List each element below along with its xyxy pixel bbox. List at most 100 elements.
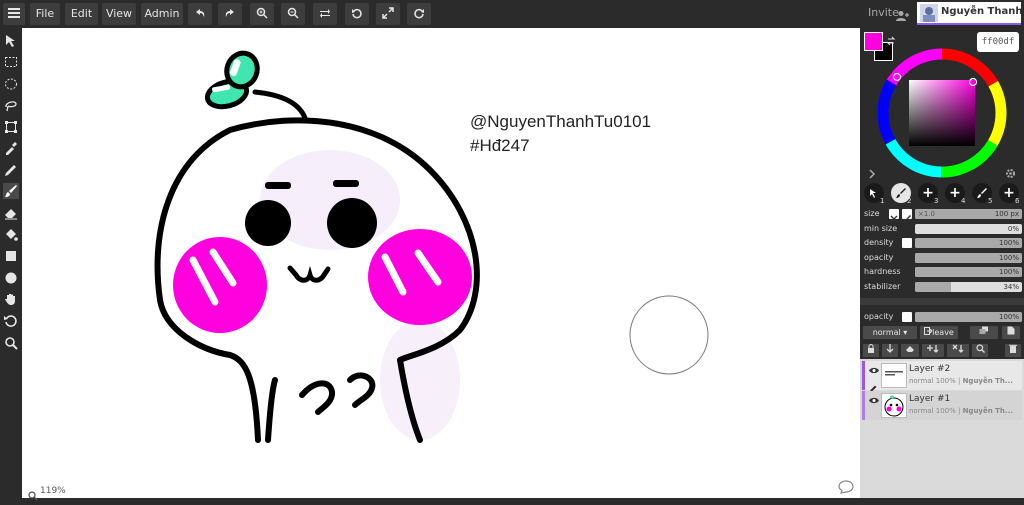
hardness-label: hardness xyxy=(864,267,901,276)
merge-down-icon[interactable] xyxy=(922,344,944,357)
view-menu-button[interactable]: View xyxy=(102,3,136,25)
eraser-icon[interactable] xyxy=(3,205,19,221)
ellipse-select-icon[interactable] xyxy=(3,76,19,92)
zoom-in-icon[interactable] xyxy=(250,3,274,25)
size-slider[interactable]: ×1.0 100 px xyxy=(915,209,1022,219)
size-value: 100 px xyxy=(994,210,1019,218)
layer-thumbnail xyxy=(881,363,907,388)
move-layer-down-icon[interactable] xyxy=(882,344,898,357)
zoom-icon xyxy=(28,486,38,505)
brush-size-icon[interactable] xyxy=(902,209,912,223)
rotate-left-icon[interactable] xyxy=(345,3,369,25)
opacity-slider[interactable]: 100% xyxy=(915,253,1022,263)
hardness-slider-row: hardness 100% xyxy=(862,266,1022,278)
chevron-right-icon[interactable] xyxy=(868,164,876,183)
opacity-label: opacity xyxy=(864,253,894,262)
artwork xyxy=(154,50,709,443)
clear-layer-icon[interactable] xyxy=(901,344,919,357)
brush-preset-number: 6 xyxy=(1015,197,1020,205)
lasso-select-icon[interactable] xyxy=(3,97,19,113)
blend-mode-select[interactable]: normal ▾ xyxy=(863,326,917,339)
trash-icon[interactable] xyxy=(1005,344,1021,357)
rotate-canvas-icon[interactable] xyxy=(3,313,19,329)
panel-divider xyxy=(860,298,1024,305)
reset-view-icon[interactable] xyxy=(407,3,431,25)
leave-button[interactable]: leave xyxy=(920,326,958,339)
duplicate-layer-icon[interactable] xyxy=(970,326,998,339)
hardness-value: 100% xyxy=(998,268,1019,276)
layer-opacity-slider[interactable]: 100% xyxy=(915,312,1022,322)
invite-link[interactable]: Invite xyxy=(868,6,899,19)
density-slider-row: density 100% xyxy=(862,237,1022,249)
new-layer-icon[interactable] xyxy=(1002,326,1020,339)
redo-icon[interactable] xyxy=(218,3,242,25)
paint-bucket-icon[interactable] xyxy=(3,227,19,243)
avatar xyxy=(920,4,938,22)
size-pressure-toggle[interactable] xyxy=(889,209,899,223)
move-tool-icon[interactable] xyxy=(3,33,19,49)
layer-opacity-label: opacity xyxy=(864,312,894,321)
hand-icon[interactable] xyxy=(3,291,19,307)
layer-thumbnail xyxy=(881,393,907,418)
layer-opacity-slider-row: opacity 100% xyxy=(862,311,1022,323)
zoom-level: 119% xyxy=(40,486,66,496)
layer-meta: normal 100% | Nguyễn Th... xyxy=(909,377,1013,385)
layer-meta-owner: Nguyễn Th... xyxy=(962,407,1013,415)
admin-menu-button[interactable]: Admin xyxy=(141,3,183,25)
min-size-slider[interactable]: 0% xyxy=(915,224,1022,234)
layer-item[interactable]: Layer #1 normal 100% | Nguyễn Th... xyxy=(862,391,1022,420)
undo-icon[interactable] xyxy=(188,3,212,25)
ellipse-shape-icon[interactable] xyxy=(3,270,19,286)
file-menu-button[interactable]: File xyxy=(30,3,60,25)
min-size-slider-row: min size 0% xyxy=(862,223,1022,235)
size-min-label: ×1.0 xyxy=(918,210,935,218)
rectangle-select-icon[interactable] xyxy=(3,54,19,70)
min-size-label: min size xyxy=(864,224,898,233)
layer-meta-mode: normal 100% | xyxy=(909,377,963,385)
layer-name: Layer #2 xyxy=(909,364,951,374)
brush-preset-number: 5 xyxy=(988,197,993,205)
brush-preset-number: 2 xyxy=(907,197,912,205)
settings-gear-icon[interactable] xyxy=(1005,164,1016,183)
zoom-tool-icon[interactable] xyxy=(3,335,19,351)
density-slider[interactable]: 100% xyxy=(915,238,1022,248)
transform-tool-icon[interactable] xyxy=(3,119,19,135)
zoom-out-icon[interactable] xyxy=(281,3,305,25)
leave-label: leave xyxy=(932,328,954,337)
layer-opacity-value: 100% xyxy=(998,313,1019,321)
layer-meta-mode: normal 100% | xyxy=(909,407,963,415)
density-pressure-checkbox[interactable] xyxy=(902,238,912,248)
color-wheel[interactable] xyxy=(876,47,1008,179)
layer-search-icon[interactable] xyxy=(972,344,988,357)
brush-icon[interactable] xyxy=(3,183,19,199)
rectangle-shape-icon[interactable] xyxy=(3,248,19,264)
hamburger-menu-icon[interactable] xyxy=(3,3,25,25)
layer-opacity-checkbox[interactable] xyxy=(902,312,912,322)
opacity-slider-row: opacity 100% xyxy=(862,252,1022,264)
chat-icon[interactable] xyxy=(838,479,854,498)
lock-icon[interactable] xyxy=(863,344,879,357)
pencil-icon[interactable] xyxy=(3,162,19,178)
clipping-mask-icon[interactable] xyxy=(947,344,969,357)
brush-preset-number: 1 xyxy=(880,197,885,205)
stabilizer-slider[interactable]: 34% xyxy=(915,282,1022,292)
stabilizer-value: 34% xyxy=(1003,283,1019,291)
top-bar: File Edit View Admin Invite Nguyễn Thanh… xyxy=(0,0,1024,28)
drawing-canvas[interactable]: @NguyenThanhTu0101 #Hđ247 xyxy=(22,28,860,498)
canvas-text-handle: @NguyenThanhTu0101 xyxy=(470,112,652,131)
brush-preset-number: 3 xyxy=(934,197,939,205)
add-user-icon[interactable] xyxy=(896,7,910,26)
eyedropper-icon[interactable] xyxy=(3,140,19,156)
hardness-slider[interactable]: 100% xyxy=(915,267,1022,277)
density-value: 100% xyxy=(998,239,1019,247)
stabilizer-slider-row: stabilizer 34% xyxy=(862,281,1022,293)
user-chip[interactable]: Nguyễn Thanh Tú xyxy=(917,2,1024,25)
flip-horizontal-icon[interactable] xyxy=(313,3,337,25)
fullscreen-icon[interactable] xyxy=(376,3,400,25)
edit-menu-button[interactable]: Edit xyxy=(65,3,98,25)
brush-preset-number: 4 xyxy=(961,197,966,205)
layer-item[interactable]: Layer #2 normal 100% | Nguyễn Th... xyxy=(862,361,1022,392)
eye-icon[interactable] xyxy=(869,367,879,377)
opacity-value: 100% xyxy=(998,254,1019,262)
eye-icon[interactable] xyxy=(869,397,879,407)
